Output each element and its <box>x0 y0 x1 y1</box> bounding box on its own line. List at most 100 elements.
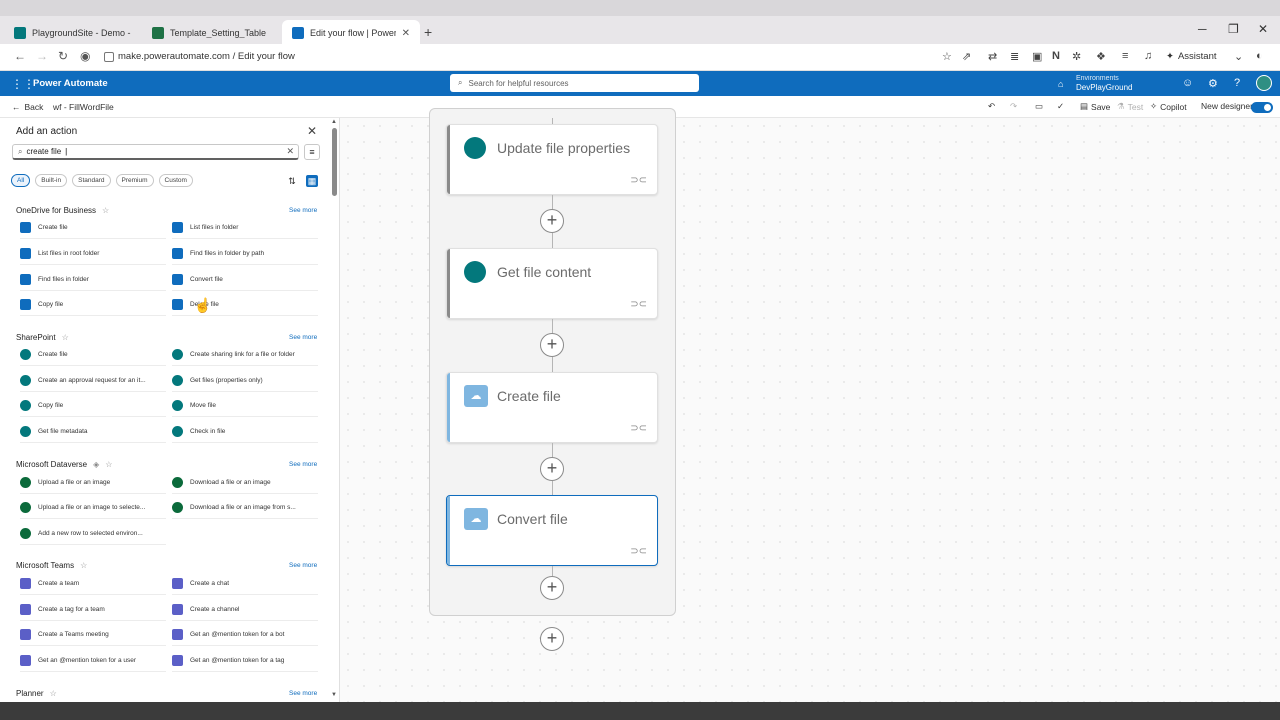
list-item[interactable]: Get an @mention token for a user <box>20 650 166 672</box>
maximize-icon[interactable]: ❐ <box>1228 22 1239 36</box>
forward-arrow-icon[interactable]: → <box>36 49 48 63</box>
chevron-down-icon[interactable]: ⌄ <box>1234 50 1243 63</box>
add-step-button[interactable]: + <box>540 457 564 481</box>
list-item[interactable]: Create a team <box>20 573 166 595</box>
browser-tab-playgroundsite[interactable]: PlaygroundSite - Demo - All I <box>4 20 142 46</box>
list-item[interactable]: Check in file <box>172 421 318 443</box>
clear-search-icon[interactable]: ✕ <box>286 146 294 157</box>
action-search-input[interactable]: ⌕ create file | ✕ <box>12 144 299 160</box>
close-window-icon[interactable]: ✕ <box>1258 22 1268 36</box>
assistant-button[interactable]: ✦ Assistant <box>1166 51 1217 62</box>
app-name[interactable]: Power Automate <box>33 78 108 89</box>
browser-tab-template-setting[interactable]: Template_Setting_Table <box>142 20 282 46</box>
smiley-feedback-icon[interactable]: ☺ <box>1182 77 1193 89</box>
new-designer-toggle[interactable] <box>1251 102 1273 113</box>
back-arrow-icon[interactable]: ← <box>14 49 26 63</box>
avatar[interactable] <box>1256 75 1272 91</box>
add-step-button[interactable]: + <box>540 209 564 233</box>
refresh-icon[interactable]: ↻ <box>58 49 68 63</box>
minimize-icon[interactable]: ─ <box>1198 22 1207 36</box>
panel-scrollbar[interactable]: ▲ ▼ <box>330 118 338 702</box>
help-icon[interactable]: ? <box>1234 77 1240 89</box>
save-button[interactable]: ▤ Save <box>1080 101 1110 112</box>
star-icon[interactable]: ☆ <box>50 689 57 698</box>
list-item[interactable]: Copy file <box>20 395 166 417</box>
chip-standard[interactable]: Standard <box>72 174 111 187</box>
favorite-star-icon[interactable]: ☆ <box>942 50 952 63</box>
list-item[interactable]: Convert file <box>172 269 318 291</box>
list-item[interactable]: Get an @mention token for a tag <box>172 650 318 672</box>
see-more-link[interactable]: See more <box>289 461 317 468</box>
extension-outlook-icon[interactable]: ▣ <box>1032 50 1042 63</box>
comments-icon[interactable]: ▭ <box>1035 101 1043 112</box>
list-item[interactable]: List files in root folder <box>20 243 166 265</box>
star-icon[interactable]: ☆ <box>80 561 87 570</box>
microphone-icon[interactable]: ◉ <box>80 49 90 63</box>
list-item[interactable]: Create sharing link for a file or folder <box>172 344 318 366</box>
add-step-button[interactable]: + <box>540 333 564 357</box>
list-item[interactable]: Upload a file or an image to selecte... <box>20 497 166 519</box>
star-icon[interactable]: ☆ <box>62 333 69 342</box>
sort-icon[interactable]: ⇅ <box>286 175 298 187</box>
list-item[interactable]: Upload a file or an image <box>20 472 166 494</box>
action-card-create-file[interactable]: ☁ Create file ⊃⊂ <box>446 372 658 443</box>
scrollbar-thumb[interactable] <box>332 128 337 196</box>
list-item[interactable]: Get an @mention token for a bot <box>172 624 318 646</box>
extensions-icon[interactable]: ✲ <box>1072 50 1081 63</box>
list-item[interactable]: Get file metadata <box>20 421 166 443</box>
chip-all[interactable]: All <box>11 174 31 187</box>
test-button[interactable]: ⚗ Test <box>1117 101 1143 112</box>
environment-picker[interactable]: Environments DevPlayGround <box>1076 74 1132 92</box>
add-step-button[interactable]: + <box>540 576 564 600</box>
chip-custom[interactable]: Custom <box>158 174 193 187</box>
see-more-link[interactable]: See more <box>289 207 317 214</box>
chip-built-in[interactable]: Built-in <box>35 174 68 187</box>
undo-icon[interactable]: ↶ <box>988 101 995 112</box>
copilot-button[interactable]: ✧ Copilot <box>1150 101 1187 112</box>
list-item[interactable]: Find files in folder by path <box>172 243 318 265</box>
list-item[interactable]: Create a Teams meeting <box>20 624 166 646</box>
list-item[interactable]: Move file <box>172 395 318 417</box>
scroll-down-icon[interactable]: ▼ <box>331 692 337 698</box>
list-item[interactable]: Download a file or an image <box>172 472 318 494</box>
see-more-link[interactable]: See more <box>289 334 317 341</box>
list-item[interactable]: Create a chat <box>172 573 318 595</box>
favorites-icon[interactable]: ≡ <box>1122 50 1128 62</box>
grid-view-icon[interactable]: ▦ <box>306 175 318 187</box>
list-item[interactable]: Add a new row to selected environ... <box>20 523 166 545</box>
flow-checker-icon[interactable]: ✓ <box>1057 101 1064 112</box>
list-item[interactable]: Create file <box>20 217 166 239</box>
see-more-link[interactable]: See more <box>289 690 317 697</box>
star-icon[interactable]: ☆ <box>102 206 109 215</box>
collections-icon[interactable]: ❖ <box>1096 50 1106 63</box>
add-step-button[interactable]: + <box>540 627 564 651</box>
action-card-convert-file[interactable]: ☁ Convert file ⊃⊂ <box>446 495 658 566</box>
share-icon[interactable]: ⇗ <box>962 50 971 63</box>
list-item[interactable]: Find files in folder <box>20 269 166 291</box>
list-item[interactable]: Create a channel <box>172 599 318 621</box>
new-tab-button[interactable]: + <box>424 24 432 40</box>
reader-icon[interactable]: ≣ <box>1010 50 1019 63</box>
action-card-update-file-properties[interactable]: Update file properties ⊃⊂ <box>446 124 658 195</box>
url-field[interactable]: make.powerautomate.com / Edit your flow <box>118 51 295 62</box>
back-button[interactable]: ← Back <box>12 102 43 112</box>
browser-tab-edit-flow[interactable]: Edit your flow | Power Autom... ✕ <box>282 20 420 46</box>
scroll-up-icon[interactable]: ▲ <box>331 119 337 125</box>
redo-icon[interactable]: ↷ <box>1010 101 1017 112</box>
list-item[interactable]: Create an approval request for an it... <box>20 370 166 392</box>
chip-premium[interactable]: Premium <box>115 174 154 187</box>
list-item[interactable]: Create file <box>20 344 166 366</box>
list-item[interactable]: Get files (properties only) <box>172 370 318 392</box>
see-more-link[interactable]: See more <box>289 562 317 569</box>
flow-canvas[interactable]: Update file properties ⊃⊂ + Get file con… <box>340 108 1280 702</box>
action-card-get-file-content[interactable]: Get file content ⊃⊂ <box>446 248 658 319</box>
notion-icon[interactable]: N <box>1052 50 1060 62</box>
filter-icon[interactable]: ≡ <box>304 144 320 160</box>
translate-icon[interactable]: ⇄ <box>988 50 997 63</box>
resource-search-input[interactable]: ⌕ Search for helpful resources <box>450 74 699 92</box>
list-item[interactable]: Download a file or an image from s... <box>172 497 318 519</box>
close-tab-icon[interactable]: ✕ <box>402 28 410 39</box>
app-launcher-icon[interactable]: ⋮⋮ <box>11 77 35 91</box>
site-info-icon[interactable] <box>104 52 114 62</box>
read-aloud-icon[interactable]: ♫ <box>1144 50 1152 62</box>
